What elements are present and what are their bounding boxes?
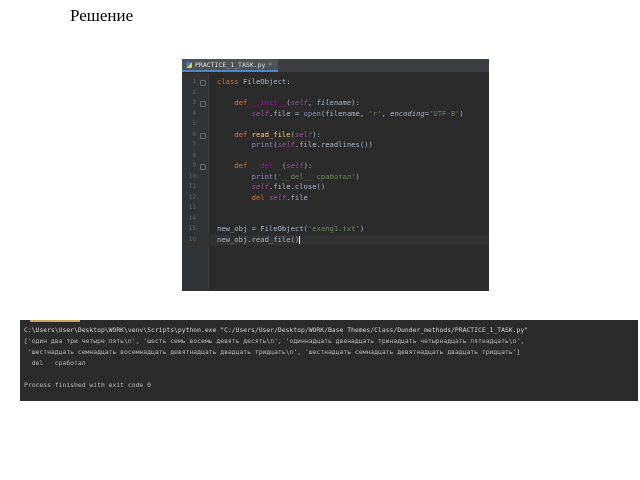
code-line[interactable]: 1 class FileObject: — [182, 77, 489, 88]
code-line[interactable]: 9 def __del__(self): — [182, 161, 489, 172]
code-line[interactable]: 8 — [182, 151, 489, 162]
code-line[interactable]: 13 — [182, 203, 489, 214]
line-number: 10 — [188, 172, 196, 180]
code-line[interactable]: 6 def read_file(self): — [182, 130, 489, 141]
editor-tab-bar: PRACTICE_1_TASK.py × — [182, 59, 489, 73]
code-text: del self.file — [251, 192, 308, 202]
code-line[interactable]: 16 new_obj.read_file() — [182, 234, 489, 245]
line-number: 7 — [192, 141, 196, 148]
fold-marker-icon[interactable] — [200, 80, 206, 86]
console-output-line: ['один два три четыре пять\n', 'шесть се… — [24, 337, 525, 345]
line-number: 16 — [188, 235, 196, 243]
code-editor: PRACTICE_1_TASK.py × 1 class FileObject: 2… — [182, 59, 489, 291]
editor-body[interactable]: 1 class FileObject: 2 3 def __init__(self, … — [182, 73, 489, 291]
code-line[interactable]: 3 def __init__(self, filename): — [182, 98, 489, 109]
code-text: self.file = open(filename, 'r', encoding… — [251, 108, 464, 118]
console-output-line: 'шестнадцать семнадцать восемнадцать дев… — [24, 348, 521, 356]
line-number: 3 — [192, 99, 196, 106]
code-text: def __init__(self, filename): — [217, 98, 360, 107]
code-line[interactable]: 5 — [182, 119, 489, 130]
console-output-line: del сработал — [24, 359, 86, 367]
tab-label: PRACTICE_1_TASK.py — [195, 60, 266, 69]
run-console: C:\Users\User\Desktop\WORK\venv\Scripts\… — [20, 320, 638, 401]
line-number: 6 — [192, 130, 196, 138]
console-output-line: Process finished with exit code 0 — [24, 381, 151, 389]
fold-marker-icon[interactable] — [200, 101, 206, 107]
code-text: class FileObject: — [217, 77, 291, 86]
code-line[interactable]: 10 print('__del__ сработал') — [182, 172, 489, 183]
code-line[interactable]: 15 new_obj = FileObject('exang1.txt') — [182, 224, 489, 235]
code-line[interactable]: 7 print(self.file.readlines()) — [182, 140, 489, 151]
code-text: self.file.close() — [251, 182, 326, 191]
line-number: 9 — [192, 162, 196, 169]
console-output-line: C:\Users\User\Desktop\WORK\venv\Scripts\… — [24, 326, 529, 334]
code-text: def __del__(self): — [217, 161, 313, 170]
line-number: 8 — [192, 151, 196, 159]
code-line[interactable]: 4 self.file = open(filename, 'r', encodi… — [182, 109, 489, 120]
line-number: 11 — [188, 183, 196, 190]
line-number: 5 — [192, 120, 196, 127]
code-text: print(self.file.readlines()) — [251, 140, 373, 149]
line-number: 1 — [192, 78, 196, 85]
close-icon[interactable]: × — [268, 61, 272, 68]
tab-practice-1-task[interactable]: PRACTICE_1_TASK.py × — [182, 59, 279, 72]
line-number: 15 — [188, 225, 196, 232]
code-text: new_obj.read_file() — [217, 234, 301, 244]
code-line[interactable]: 11 self.file.close() — [182, 182, 489, 193]
code-text: new_obj = FileObject('exang1.txt') — [217, 224, 365, 233]
line-number: 2 — [192, 88, 196, 96]
text-caret — [299, 235, 301, 244]
slide-title: Решение — [70, 6, 134, 25]
line-number: 4 — [192, 109, 196, 117]
code-line[interactable]: 14 — [182, 214, 489, 225]
line-number: 13 — [188, 204, 196, 211]
code-text: def read_file(self): — [217, 129, 321, 139]
console-tab-indicator — [30, 320, 80, 322]
line-number: 14 — [188, 214, 196, 222]
code-text: print('__del__ сработал') — [251, 171, 360, 181]
line-number: 12 — [188, 193, 196, 201]
fold-marker-icon[interactable] — [200, 132, 206, 139]
python-file-icon — [186, 61, 192, 68]
code-line[interactable]: 2 — [182, 88, 489, 99]
code-line[interactable]: 12 del self.file — [182, 193, 489, 204]
fold-marker-icon[interactable] — [200, 164, 206, 170]
